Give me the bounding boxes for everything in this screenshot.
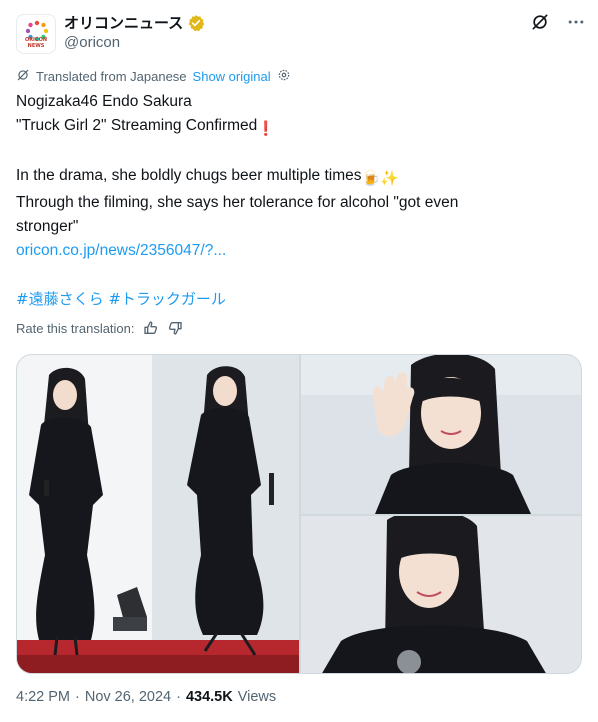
media-grid: [16, 354, 582, 674]
tweet-date[interactable]: Nov 26, 2024: [85, 689, 171, 705]
handle[interactable]: @oricon: [64, 34, 120, 51]
views-label: Views: [237, 689, 277, 705]
tweet-line-3-text: In the drama, she boldly chugs beer mult…: [16, 167, 362, 184]
photo-1[interactable]: [17, 355, 299, 673]
translation-notice-text: Translated from Japanese: [36, 69, 187, 84]
avatar-caption: ORICON NEWS: [24, 37, 48, 49]
article-link[interactable]: oricon.co.jp/news/2356047/?...: [16, 239, 576, 263]
tweet-line-3: In the drama, she boldly chugs beer mult…: [16, 164, 576, 191]
settings-gear-icon[interactable]: [277, 68, 291, 85]
grok-icon[interactable]: [530, 12, 550, 32]
photo-2[interactable]: [301, 355, 581, 514]
verified-badge-icon[interactable]: [187, 14, 205, 32]
tweet-line-5: stronger": [16, 218, 79, 235]
avatar[interactable]: ORICON NEWS: [16, 14, 56, 54]
rate-translation-label: Rate this translation:: [16, 320, 135, 336]
tweet-spacer-2: [16, 263, 576, 287]
hashtags[interactable]: #遠藤さくら #トラックガール: [16, 287, 576, 311]
views-count[interactable]: 434.5K: [186, 689, 233, 705]
name-row: オリコンニュース: [64, 12, 205, 33]
exclamation-emoji: ❗: [257, 120, 275, 136]
tweet-time[interactable]: 4:22 PM: [16, 689, 70, 705]
tweet-spacer: [16, 140, 576, 164]
photo-3[interactable]: [301, 516, 581, 673]
beer-sparkle-emoji: 🍺✨: [361, 170, 399, 187]
show-original-link[interactable]: Show original: [193, 69, 271, 84]
tweet-text: Nogizaka46 Endo Sakura "Truck Girl 2" St…: [16, 90, 576, 311]
tweet-line-2-text: "Truck Girl 2" Streaming Confirmed: [16, 117, 258, 134]
tweet-header: ORICON NEWS オリコンニュース @oricon: [16, 10, 586, 58]
tweet-line-1: Nogizaka46 Endo Sakura: [16, 93, 192, 110]
translate-icon: [16, 68, 30, 85]
tweet-line-2: "Truck Girl 2" Streaming Confirmed❗: [16, 114, 576, 140]
footer-separator: ·: [75, 689, 80, 705]
thumbs-up-icon[interactable]: [143, 320, 159, 336]
translation-notice: Translated from Japanese Show original: [16, 68, 291, 85]
tweet-line-4: Through the filming, she says her tolera…: [16, 194, 459, 211]
thumbs-down-icon[interactable]: [167, 320, 183, 336]
footer-separator-2: ·: [176, 689, 181, 705]
header-actions: [530, 12, 586, 32]
display-name[interactable]: オリコンニュース: [64, 12, 183, 33]
rate-translation: Rate this translation:: [16, 320, 183, 336]
tweet-footer: 4:22 PM · Nov 26, 2024 · 434.5K Views: [16, 689, 276, 705]
more-options-icon[interactable]: [566, 12, 586, 32]
